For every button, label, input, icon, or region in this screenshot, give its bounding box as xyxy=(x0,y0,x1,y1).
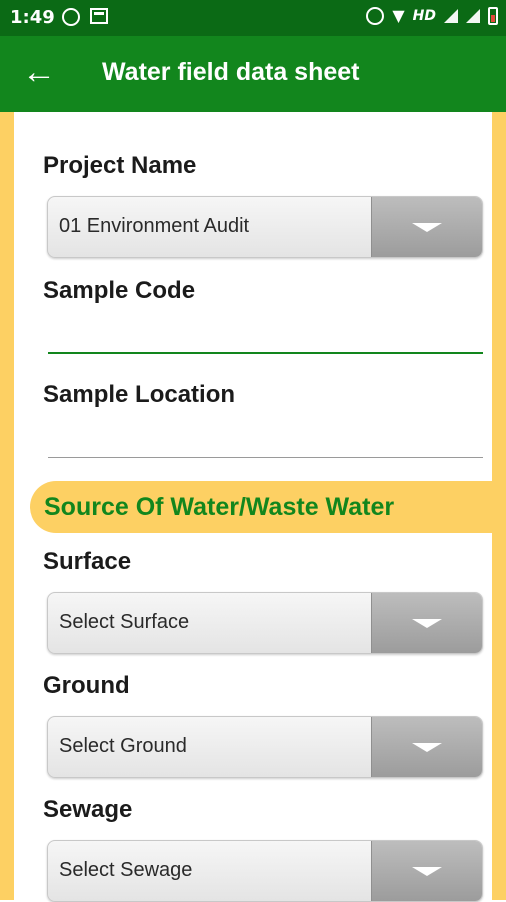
sample-location-label: Sample Location xyxy=(43,381,236,408)
alarm-icon xyxy=(366,6,385,25)
battery-icon xyxy=(488,6,498,25)
ground-value: Select Ground xyxy=(59,735,187,757)
wifi-icon: ▼ xyxy=(392,6,405,25)
chevron-down-icon xyxy=(412,223,442,232)
arrow-left-icon[interactable]: ← xyxy=(22,52,56,92)
chevron-down-icon xyxy=(412,867,442,876)
dropdown-button[interactable] xyxy=(371,717,482,777)
project-name-value: 01 Environment Audit xyxy=(59,215,250,237)
ground-dropdown[interactable]: Select Ground xyxy=(47,716,483,778)
frame-border-left xyxy=(0,112,14,900)
sample-code-label: Sample Code xyxy=(43,277,196,304)
page-title: Water field data sheet xyxy=(102,58,360,86)
ground-label: Ground xyxy=(43,672,130,699)
app-bar: ← Water field data sheet xyxy=(0,36,506,112)
status-left-icons xyxy=(62,8,108,26)
chevron-down-icon xyxy=(412,743,442,752)
sample-code-input[interactable] xyxy=(48,352,483,354)
surface-label: Surface xyxy=(43,548,132,575)
whatsapp-icon xyxy=(62,8,80,26)
sewage-value: Select Sewage xyxy=(59,859,193,881)
sewage-label: Sewage xyxy=(43,796,133,823)
chevron-down-icon xyxy=(412,619,442,628)
section-title: Source Of Water/Waste Water xyxy=(44,493,395,521)
status-time: 1:49 xyxy=(10,7,55,28)
project-name-label: Project Name xyxy=(43,152,197,179)
calendar-icon xyxy=(90,8,108,24)
surface-dropdown[interactable]: Select Surface xyxy=(47,592,483,654)
project-name-dropdown[interactable]: 01 Environment Audit xyxy=(47,196,483,258)
dropdown-button[interactable] xyxy=(371,841,482,901)
signal-icon-secondary xyxy=(466,8,480,23)
sewage-dropdown[interactable]: Select Sewage xyxy=(47,840,483,902)
dropdown-button[interactable] xyxy=(371,593,482,653)
section-header: Source Of Water/Waste Water xyxy=(30,481,506,533)
sample-location-input[interactable] xyxy=(48,457,483,458)
dropdown-button[interactable] xyxy=(371,197,482,257)
status-right-icons: ▼ HD xyxy=(366,6,498,25)
signal-icon xyxy=(444,8,458,23)
status-bar: 1:49 ▼ HD xyxy=(0,0,506,36)
network-type-label: HD xyxy=(412,7,436,24)
surface-value: Select Surface xyxy=(59,611,190,633)
